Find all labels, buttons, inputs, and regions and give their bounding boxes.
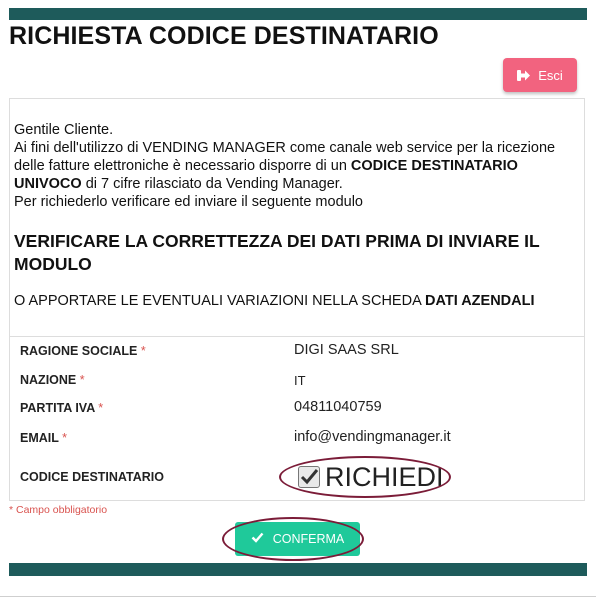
value-partita-iva: 04811040759 — [294, 399, 382, 415]
bottom-bar — [9, 563, 587, 576]
required-note: * Campo obbligatorio — [9, 504, 108, 516]
richiedi-label[interactable]: RICHIEDI — [325, 462, 444, 492]
required-mark: * — [140, 344, 146, 358]
bottom-line — [0, 596, 596, 597]
value-ragione-sociale: DIGI SAAS SRL — [294, 342, 399, 358]
label-codice-destinatario: CODICE DESTINATARIO — [20, 470, 164, 484]
label-ragione-sociale: RAGIONE SOCIALE * — [20, 344, 146, 358]
greeting: Gentile Cliente. — [14, 122, 114, 138]
warning-title: VERIFICARE LA CORRETTEZZA DEI DATI PRIMA… — [14, 231, 540, 274]
value-email: info@vendingmanager.it — [294, 429, 451, 445]
check-icon — [251, 532, 264, 546]
sign-out-icon — [517, 69, 531, 81]
intro-paragraph: Ai fini dell'utilizzo di VENDING MANAGER… — [14, 140, 556, 192]
label-nazione: NAZIONE * — [20, 373, 85, 387]
page: RICHIESTA CODICE DESTINATARIO Esci Genti… — [0, 0, 596, 598]
request-instructions: Per richiederlo verificare ed inviare il… — [14, 194, 363, 210]
value-nazione: IT — [294, 373, 306, 388]
exit-button[interactable]: Esci — [503, 58, 577, 92]
intro-text: Gentile Cliente. Ai fini dell'utilizzo d… — [14, 121, 574, 211]
confirm-button[interactable]: CONFERMA — [235, 522, 360, 556]
divider — [10, 336, 584, 337]
exit-button-label: Esci — [538, 67, 563, 83]
label-email: EMAIL * — [20, 431, 68, 445]
required-mark: * — [62, 431, 68, 445]
richiedi-option[interactable]: RICHIEDI — [298, 462, 444, 492]
top-bar — [9, 8, 587, 20]
alternative-text: O APPORTARE LE EVENTUALI VARIAZIONI NELL… — [14, 293, 535, 309]
richiedi-checkbox[interactable] — [298, 466, 320, 488]
label-partita-iva: PARTITA IVA * — [20, 401, 104, 415]
company-data-link: DATI AZENDALI — [424, 293, 535, 309]
page-title: RICHIESTA CODICE DESTINATARIO — [9, 22, 439, 50]
required-mark: * — [79, 373, 85, 387]
confirm-button-label: CONFERMA — [272, 532, 345, 546]
checkmark-icon — [300, 469, 319, 485]
required-mark: * — [98, 401, 104, 415]
